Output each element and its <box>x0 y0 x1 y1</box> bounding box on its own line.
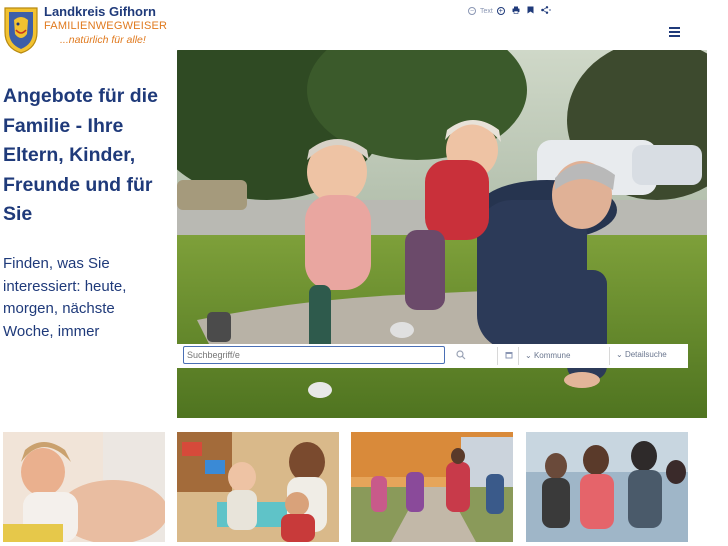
hamburger-menu-icon[interactable] <box>669 27 680 39</box>
text-size-label: Text <box>480 7 493 15</box>
tile-kindergarten[interactable] <box>177 432 339 542</box>
share-icon[interactable] <box>541 6 552 16</box>
search-icon[interactable] <box>456 350 466 360</box>
kommune-label: Kommune <box>533 351 571 360</box>
calendar-icon[interactable] <box>505 351 513 359</box>
search-bar: ⌄ Kommune ⌄ Detailsuche <box>177 344 688 368</box>
chevron-down-icon: ⌄ <box>525 351 532 360</box>
site-name: FAMILIENWEGWEISER <box>44 20 168 32</box>
tile-fitness[interactable] <box>526 432 688 542</box>
bookmark-icon[interactable] <box>527 6 534 16</box>
divider <box>609 347 610 365</box>
detailsuche-label: Detailsuche <box>624 350 667 359</box>
coat-of-arms-logo[interactable] <box>3 6 39 54</box>
tile-school[interactable] <box>351 432 513 542</box>
tagline: ...natürlich für alle! <box>60 34 146 46</box>
text-increase-icon[interactable]: + <box>496 7 505 15</box>
print-icon[interactable] <box>512 6 520 16</box>
divider <box>518 347 519 365</box>
accessibility-toolbar: − Text + <box>468 6 552 16</box>
divider <box>497 347 498 365</box>
chevron-down-icon: ⌄ <box>616 350 623 359</box>
brand-block[interactable]: Landkreis Gifhorn FAMILIENWEGWEISER ...n… <box>44 5 167 46</box>
text-decrease-icon[interactable]: − <box>468 7 476 15</box>
hero-headline: Angebote für die Familie - Ihre Eltern, … <box>3 85 158 225</box>
tile-pregnancy[interactable] <box>3 432 165 542</box>
search-input[interactable] <box>183 346 445 364</box>
hero-subtext: Finden, was Sie interessiert: heute, mor… <box>3 255 127 340</box>
kommune-dropdown[interactable]: ⌄ Kommune <box>525 351 570 360</box>
org-name: Landkreis Gifhorn <box>44 4 156 19</box>
detailsuche-dropdown[interactable]: ⌄ Detailsuche <box>616 350 667 359</box>
